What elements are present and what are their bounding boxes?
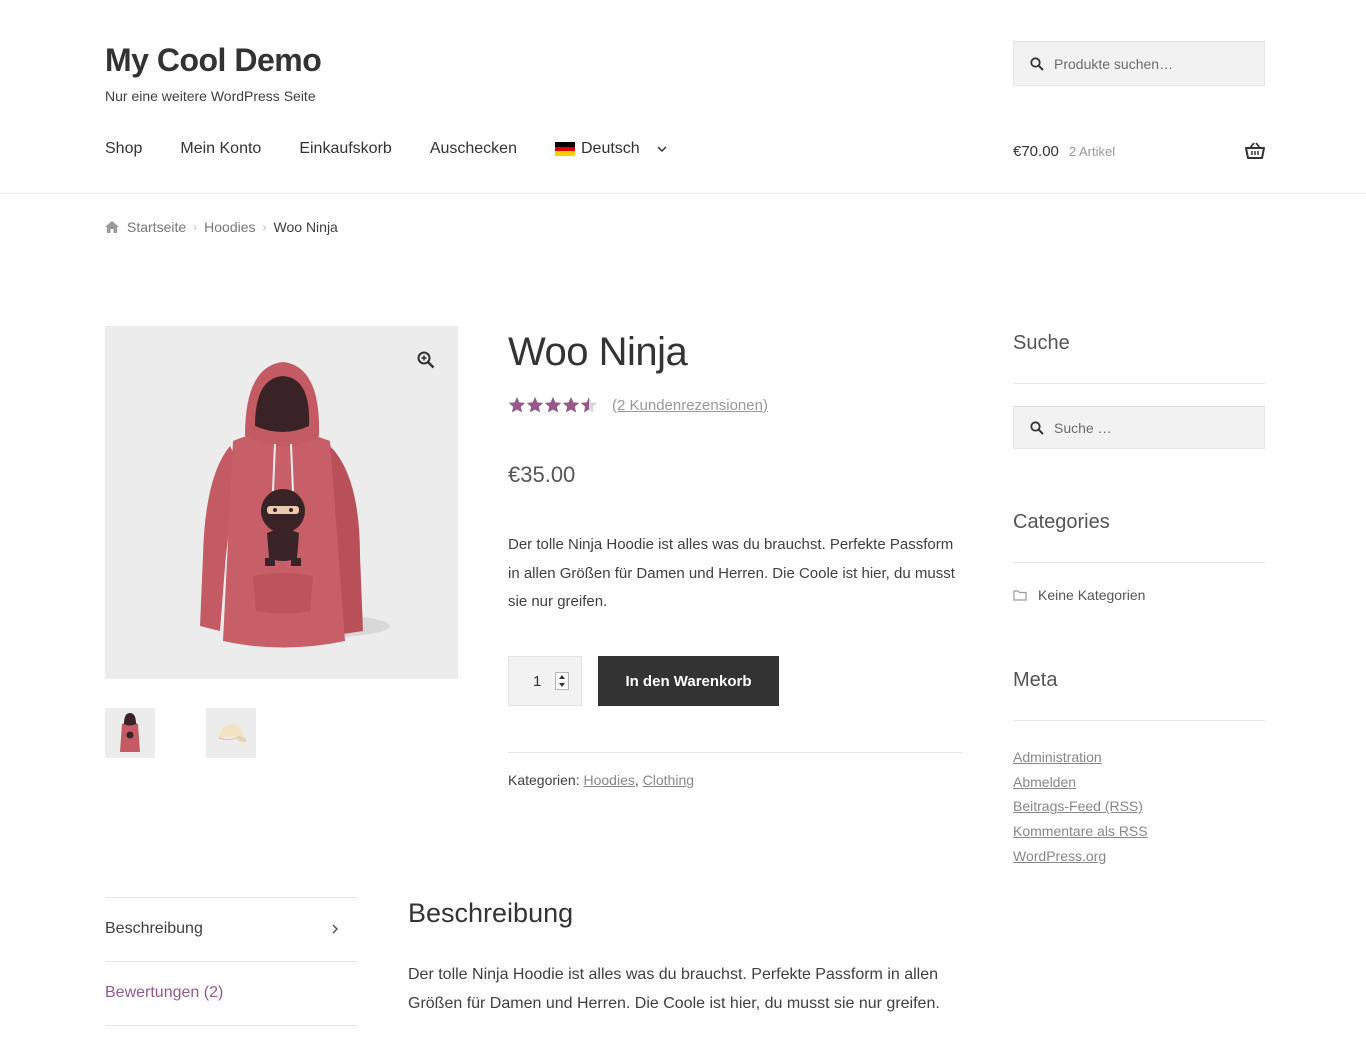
main-navigation: Shop Mein Konto Einkaufskorb Auschecken … <box>105 140 706 158</box>
hoodie-thumbnail-image <box>120 713 140 752</box>
categories-label: Kategorien: <box>508 772 580 788</box>
cart-count: 2 Artikel <box>1068 143 1116 159</box>
breadcrumb-current: Woo Ninja <box>273 219 338 235</box>
cap-thumbnail-image <box>218 724 247 742</box>
search-icon <box>1030 420 1044 435</box>
category-link-clothing[interactable]: Clothing <box>643 772 694 788</box>
breadcrumb-separator: › <box>262 220 267 234</box>
star-icon <box>508 396 526 413</box>
quantity-value: 1 <box>533 672 542 690</box>
list-item: Administration <box>1013 745 1148 770</box>
category-link-hoodies[interactable]: Hoodies <box>584 772 635 788</box>
increase-arrow-icon[interactable] <box>559 675 565 679</box>
widget-divider <box>1013 562 1265 563</box>
chevron-right-icon <box>332 924 339 934</box>
list-item: WordPress.org <box>1013 844 1148 869</box>
zoom-icon[interactable] <box>417 351 435 369</box>
cart-total: €70.00 <box>1013 142 1059 160</box>
gallery-thumbnail-cap[interactable] <box>206 708 256 758</box>
breadcrumb-hoodies[interactable]: Hoodies <box>204 219 255 235</box>
quantity-spinner[interactable] <box>555 672 569 690</box>
hoodie-image <box>200 362 390 648</box>
star-rating <box>508 396 598 414</box>
chevron-down-icon <box>657 146 667 153</box>
nav-item-mein-konto[interactable]: Mein Konto <box>180 140 261 158</box>
add-to-cart-button[interactable]: In den Warenkorb <box>598 656 779 706</box>
header-divider <box>0 193 1366 194</box>
tab-divider <box>105 961 357 962</box>
categories-widget-title: Categories <box>1013 511 1110 533</box>
product-short-description: Der tolle Ninja Hoodie ist alles was du … <box>508 536 955 610</box>
product-meta-divider <box>508 752 963 753</box>
tab-label: Beschreibung <box>105 920 203 937</box>
language-label: Deutsch <box>580 140 640 157</box>
sidebar-search-input[interactable] <box>1054 419 1244 436</box>
description-panel-text: Der tolle Ninja Hoodie ist alles was du … <box>408 966 940 1012</box>
description-panel-title: Beschreibung <box>408 898 574 928</box>
basket-icon <box>1245 142 1265 159</box>
search-widget-title: Suche <box>1013 332 1070 354</box>
header-cart[interactable]: €70.00 2 Artikel <box>1013 142 1265 160</box>
star-icon <box>544 396 562 413</box>
meta-link-kommentare-rss[interactable]: Kommentare als RSS <box>1013 823 1148 839</box>
meta-link-abmelden[interactable]: Abmelden <box>1013 774 1076 790</box>
site-tagline: Nur eine weitere WordPress Seite <box>105 88 316 104</box>
product-price: €35.00 <box>508 462 576 487</box>
nav-item-shop[interactable]: Shop <box>105 140 142 158</box>
list-item: Kommentare als RSS <box>1013 819 1148 844</box>
tab-beschreibung[interactable]: Beschreibung <box>105 920 357 938</box>
breadcrumb-separator: › <box>193 220 198 234</box>
product-search-input[interactable] <box>1054 55 1244 72</box>
decrease-arrow-icon[interactable] <box>559 683 565 687</box>
review-count-link[interactable]: (2 Kundenrezensionen) <box>612 397 768 414</box>
tab-label: Bewertungen (2) <box>105 984 224 1001</box>
star-icon <box>562 396 580 413</box>
meta-widget-title: Meta <box>1013 669 1058 691</box>
no-categories-item: Keine Kategorien <box>1013 587 1145 603</box>
tab-divider <box>105 897 357 898</box>
meta-link-administration[interactable]: Administration <box>1013 749 1102 765</box>
quantity-stepper[interactable]: 1 <box>508 656 582 706</box>
half-star-icon <box>580 396 598 413</box>
home-icon <box>105 221 119 233</box>
meta-links-list: Administration Abmelden Beitrags-Feed (R… <box>1013 745 1148 869</box>
nav-item-einkaufskorb[interactable]: Einkaufskorb <box>299 140 392 158</box>
breadcrumb: Startseite › Hoodies › Woo Ninja <box>105 219 338 235</box>
product-search-box[interactable] <box>1013 41 1265 86</box>
list-item: Beitrags-Feed (RSS) <box>1013 794 1148 819</box>
tab-divider <box>105 1025 357 1026</box>
list-item: Abmelden <box>1013 770 1148 795</box>
no-categories-text: Keine Kategorien <box>1038 587 1146 603</box>
meta-link-wordpress-org[interactable]: WordPress.org <box>1013 848 1106 864</box>
product-title: Woo Ninja <box>508 330 688 374</box>
product-main-image[interactable] <box>105 326 458 679</box>
nav-item-auschecken[interactable]: Auschecken <box>430 140 517 158</box>
breadcrumb-home[interactable]: Startseite <box>127 219 186 235</box>
star-icon <box>526 396 544 413</box>
widget-divider <box>1013 383 1265 384</box>
german-flag-icon <box>554 142 575 157</box>
folder-icon <box>1013 590 1027 601</box>
tab-bewertungen[interactable]: Bewertungen (2) <box>105 984 357 1002</box>
search-icon <box>1030 56 1044 71</box>
site-title[interactable]: My Cool Demo <box>105 42 322 79</box>
widget-divider <box>1013 720 1265 721</box>
gallery-thumbnail-hoodie[interactable] <box>105 708 155 758</box>
product-categories: Kategorien: Hoodies, Clothing <box>508 772 695 788</box>
sidebar-search-box[interactable] <box>1013 406 1265 449</box>
language-switcher[interactable]: Deutsch <box>554 140 668 158</box>
meta-link-beitrags-feed[interactable]: Beitrags-Feed (RSS) <box>1013 798 1143 814</box>
